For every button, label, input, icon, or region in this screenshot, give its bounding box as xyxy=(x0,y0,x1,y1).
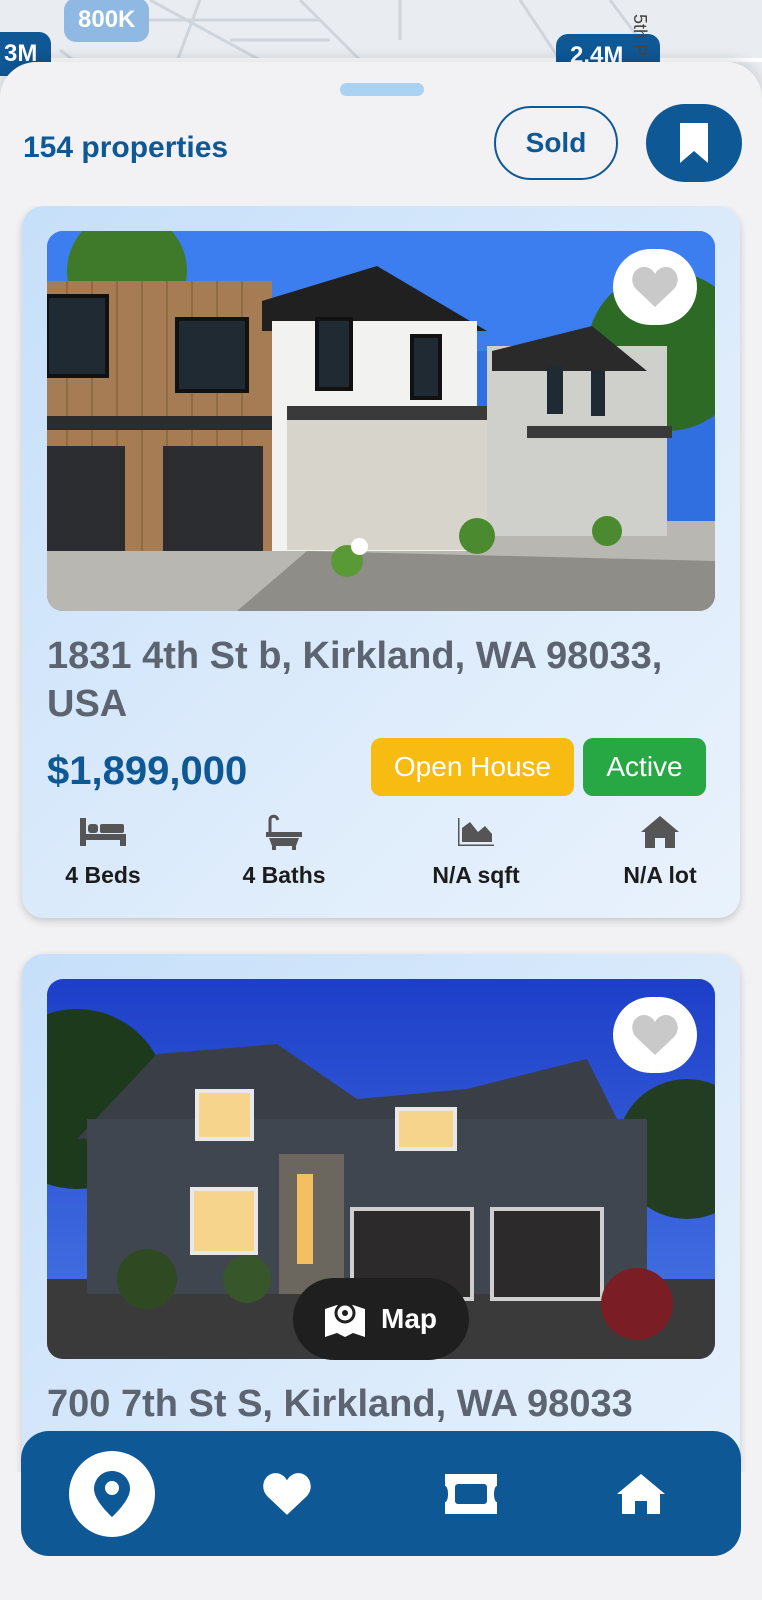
listing-photo[interactable] xyxy=(47,231,715,611)
status-badge: Active xyxy=(583,738,706,796)
show-map-button[interactable]: Map xyxy=(293,1278,469,1360)
photo-pager-dot[interactable] xyxy=(351,538,368,555)
beds-label: 4 Beds xyxy=(65,862,141,888)
sheet-drag-handle[interactable] xyxy=(340,83,424,96)
ticket-icon xyxy=(445,1473,497,1514)
home-icon xyxy=(617,1473,665,1514)
open-house-badge: Open House xyxy=(371,738,574,796)
saved-searches-button[interactable] xyxy=(646,104,742,182)
bath-icon xyxy=(266,814,302,850)
baths-label: 4 Baths xyxy=(242,862,326,888)
heart-icon xyxy=(632,1015,678,1055)
listing-card[interactable]: 700 7th St S, Kirkland, WA 98033 xyxy=(22,954,740,1472)
favorite-button[interactable] xyxy=(613,249,697,325)
favorite-button[interactable] xyxy=(613,997,697,1073)
listings-sheet: 154 properties Sold 1831 4th St b, Kirkl… xyxy=(0,62,762,1600)
lot-stat: N/A lot xyxy=(606,812,714,889)
sold-filter-button[interactable]: Sold xyxy=(494,106,618,180)
map-price-pin[interactable]: 800K xyxy=(64,0,150,42)
listing-address: 700 7th St S, Kirkland, WA 98033 xyxy=(47,1383,633,1425)
house-icon xyxy=(641,816,679,848)
bookmark-icon xyxy=(680,123,708,163)
area-chart-icon xyxy=(458,818,494,846)
sqft-label: N/A sqft xyxy=(432,862,520,888)
street-label: 5th P xyxy=(630,14,650,57)
property-count: 154 properties xyxy=(23,131,229,164)
bed-icon xyxy=(80,818,126,846)
map-pin-icon xyxy=(94,1470,130,1517)
beds-stat: 4 Beds xyxy=(44,812,162,889)
map-icon xyxy=(325,1302,365,1337)
heart-icon xyxy=(263,1472,311,1515)
lot-label: N/A lot xyxy=(623,862,697,888)
listing-address: 1831 4th St b, Kirkland, WA 98033, USA xyxy=(47,635,663,725)
tab-favorites[interactable] xyxy=(227,1431,347,1556)
sqft-stat: N/A sqft xyxy=(404,812,548,889)
map-button-label: Map xyxy=(381,1303,437,1334)
listing-price: $1,899,000 xyxy=(47,749,248,793)
listing-card[interactable]: 1831 4th St b, Kirkland, WA 98033, USA $… xyxy=(22,206,740,918)
tab-map-search[interactable] xyxy=(52,1431,172,1556)
tab-home[interactable] xyxy=(581,1431,701,1556)
bottom-tab-bar xyxy=(21,1431,741,1556)
baths-stat: 4 Baths xyxy=(220,812,348,889)
heart-icon xyxy=(632,267,678,307)
tab-tours[interactable] xyxy=(411,1431,531,1556)
